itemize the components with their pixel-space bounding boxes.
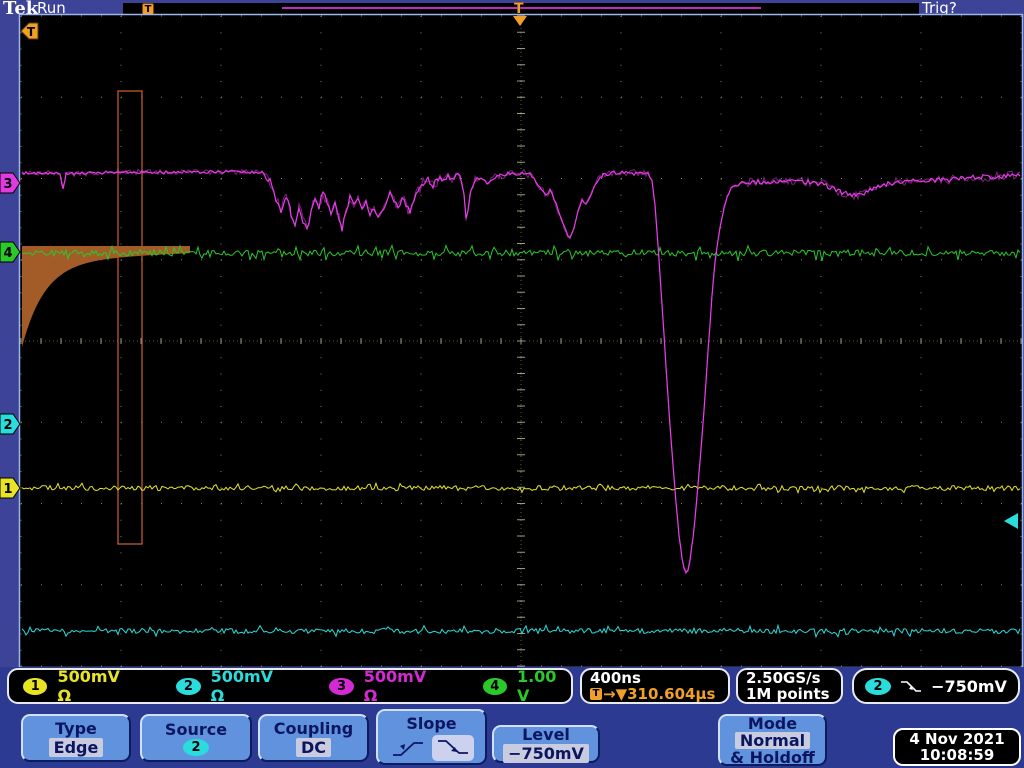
delay-arrow-label: T	[27, 25, 36, 39]
trigger-position-marker[interactable]	[513, 16, 527, 26]
falling-edge-selected	[431, 734, 474, 761]
channel-marker-2[interactable]	[0, 413, 21, 435]
channel-marker-label-3: 3	[3, 177, 12, 192]
ch3-scale-readout: 500mV Ω	[363, 667, 427, 705]
ch3-badge[interactable]: 3	[329, 677, 354, 695]
waveform-ch3-fuzz	[21, 168, 1021, 572]
burst-waveform	[22, 246, 190, 347]
trigger-status: Trig?	[922, 0, 957, 17]
slope-label: Slope	[406, 713, 457, 733]
acquisition-status: Run	[37, 0, 66, 17]
falling-slope-icon	[901, 680, 922, 692]
channel-marker-1[interactable]	[0, 477, 21, 499]
menu-button-coupling[interactable]: Coupling DC	[258, 714, 369, 762]
date-display: 4 Nov 2021	[909, 730, 1005, 748]
tek-logo: Tek	[3, 0, 39, 19]
channel-marker-label-1: 1	[3, 482, 12, 497]
graticule-border	[18, 13, 1024, 669]
center-crosshair-ticks	[20, 15, 1022, 667]
ch2-scale-readout: 500mV Ω	[210, 667, 274, 705]
bottom-chrome: 1 500mV Ω 2 500mV Ω 3 500mV Ω 4 1.00 V 4…	[0, 667, 1024, 768]
channel-marker-label-4: 4	[3, 246, 12, 261]
level-value: −750mV	[503, 744, 589, 763]
channel-marker-label-2: 2	[3, 418, 12, 433]
waveform-ch3	[21, 169, 1021, 575]
trigger-level-arrow[interactable]	[1004, 513, 1018, 529]
mode-value: Normal	[734, 731, 811, 749]
acquisition-preview-bar[interactable]: T T	[123, 1, 919, 17]
menu-button-slope[interactable]: Slope	[376, 709, 487, 765]
waveform-ch4	[21, 244, 1021, 262]
source-value-badge: 2	[183, 739, 209, 756]
center-crosshair	[21, 16, 1021, 666]
delay-expansion-arrow[interactable]	[20, 22, 39, 40]
ch4-scale-readout: 1.00 V	[516, 667, 557, 705]
delay-readout: T → ▼ 310.604µs	[590, 686, 715, 702]
channel-readout-box: 1 500mV Ω 2 500mV Ω 3 500mV Ω 4 1.00 V	[7, 667, 573, 705]
menu-button-type[interactable]: Type Edge	[21, 714, 131, 762]
datetime-box: 4 Nov 2021 10:08:59	[893, 728, 1021, 766]
slope-options	[390, 734, 474, 761]
record-length-readout: 1M points	[746, 685, 830, 703]
ch1-badge[interactable]: 1	[23, 677, 48, 695]
level-label: Level	[522, 725, 570, 744]
type-value: Edge	[48, 738, 104, 757]
timebase-readout: 400ns	[590, 669, 641, 687]
ch1-scale-readout: 500mV Ω	[57, 667, 120, 705]
coupling-label: Coupling	[273, 719, 354, 738]
falling-edge-icon[interactable]	[435, 737, 471, 759]
type-label: Type	[55, 719, 97, 738]
ch2-badge[interactable]: 2	[176, 677, 201, 695]
channel-marker-3[interactable]	[0, 172, 21, 194]
graticule-background	[20, 15, 1022, 667]
timebase-readout-box: 400ns T → ▼ 310.604µs	[580, 668, 730, 704]
waveform-ch1	[21, 481, 1021, 495]
graticule-display: 3 4 2 1 T	[0, 13, 1024, 669]
arrow-icon: →	[603, 685, 616, 703]
delay-value: 310.604µs	[627, 685, 716, 703]
trigger-source-badge: 2	[865, 677, 892, 695]
marked-region-rect[interactable]	[117, 90, 143, 545]
trigger-t-icon: T	[590, 688, 602, 700]
time-display: 10:08:59	[919, 746, 995, 764]
rising-edge-icon[interactable]	[390, 737, 426, 759]
ch4-badge[interactable]: 4	[482, 677, 507, 695]
trigger-readout-box: 2 −750mV	[852, 668, 1020, 704]
samplerate-readout-box: 2.50GS/s 1M points	[736, 668, 843, 704]
graticule-grid	[20, 15, 1022, 667]
record-trigger-t-badge: T	[142, 3, 154, 15]
trigger-position-t-marker: T	[514, 1, 524, 17]
menu-button-mode[interactable]: Mode Normal & Holdoff	[718, 714, 827, 766]
waveform-ch2	[21, 623, 1021, 639]
mode-value2: & Holdoff	[730, 747, 815, 767]
samplerate-readout: 2.50GS/s	[746, 669, 821, 687]
down-triangle-icon: ▼	[615, 685, 628, 703]
source-label: Source	[164, 720, 228, 739]
menu-button-source[interactable]: Source 2	[140, 714, 252, 762]
menu-button-level[interactable]: Level −750mV	[492, 725, 600, 763]
trigger-level-readout: −750mV	[931, 676, 1007, 696]
oscilloscope-screen: Tek Run T T Trig? 3 4 2 1 T 1 500mV Ω 2 500m…	[0, 0, 1024, 768]
coupling-value: DC	[295, 738, 332, 757]
mode-label: Mode	[747, 713, 798, 733]
channel-marker-4[interactable]	[0, 241, 21, 263]
